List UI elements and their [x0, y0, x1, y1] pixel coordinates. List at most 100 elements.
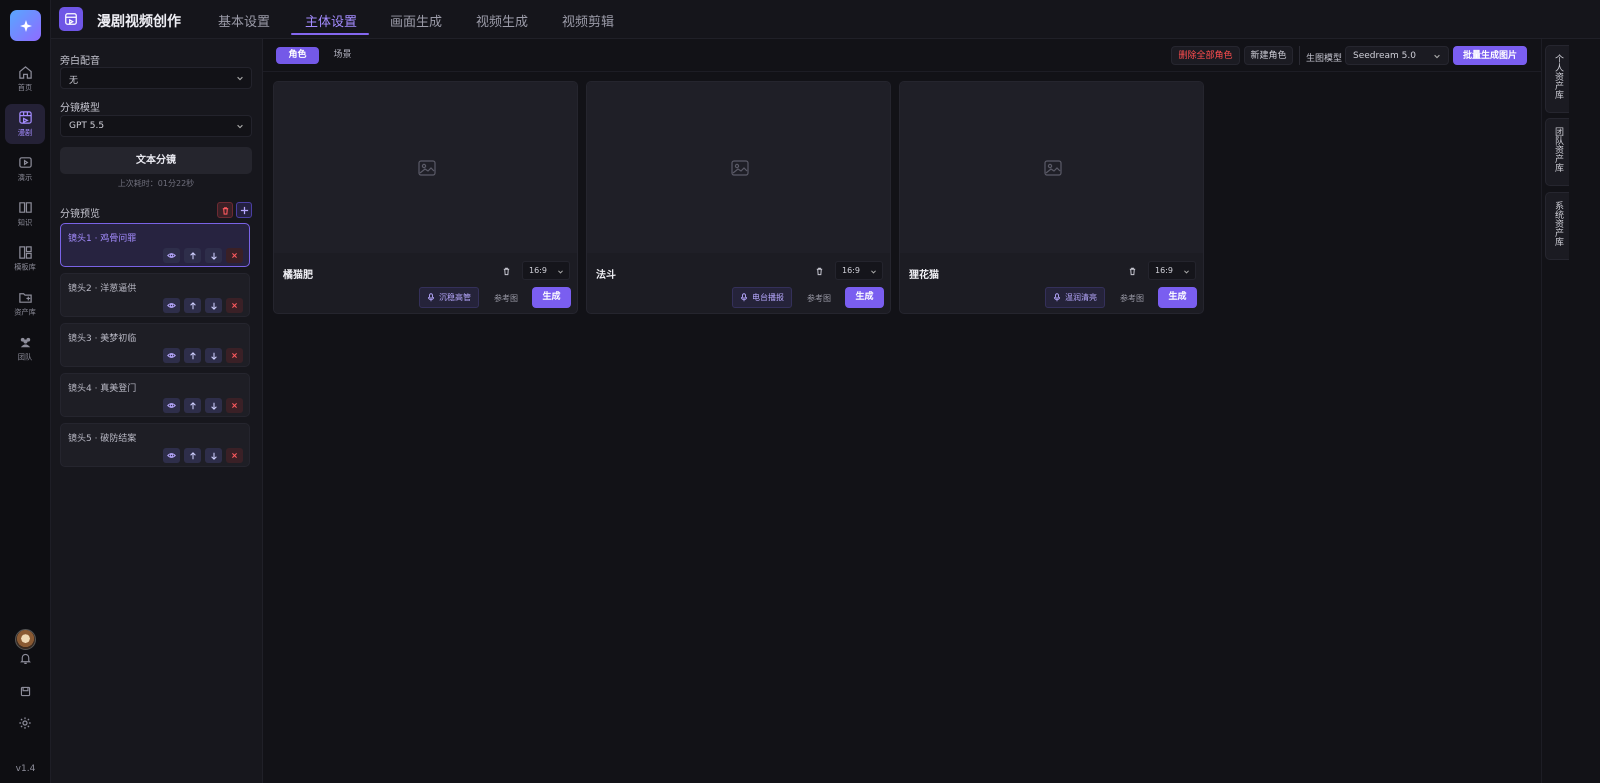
trash-icon[interactable] [1128, 266, 1137, 276]
ratio-value: 16:9 [1155, 266, 1173, 275]
arrow-down-icon [210, 452, 218, 460]
trash-icon[interactable] [815, 266, 824, 276]
role-image-placeholder[interactable] [900, 82, 1203, 253]
gear-icon[interactable] [15, 713, 35, 733]
add-shot-button[interactable] [236, 202, 252, 218]
generate-button[interactable]: 生成 [532, 287, 571, 308]
tab-subject[interactable]: 主体设置 [305, 11, 357, 30]
move-up-button[interactable] [184, 348, 201, 363]
ratio-select[interactable]: 16:9 [835, 261, 883, 280]
model-select[interactable]: GPT 5.5 [60, 115, 252, 137]
subtab-scene[interactable]: 场景 [321, 47, 364, 64]
ratio-select[interactable]: 16:9 [522, 261, 570, 280]
delete-shot-button[interactable] [226, 298, 243, 313]
save-icon[interactable] [15, 681, 35, 701]
divider [1299, 46, 1300, 65]
move-down-button[interactable] [205, 298, 222, 313]
eye-icon [167, 451, 176, 460]
tab-image-gen[interactable]: 画面生成 [390, 11, 442, 30]
arrow-down-icon [210, 352, 218, 360]
delete-shot-button[interactable] [226, 248, 243, 263]
arrow-up-icon [189, 401, 197, 410]
delete-shot-button[interactable] [226, 448, 243, 463]
move-down-button[interactable] [205, 248, 222, 263]
shot-item[interactable]: 镜头1 · 鸡骨问罪 [60, 223, 250, 267]
user-avatar[interactable] [15, 629, 36, 650]
shot-item[interactable]: 镜头4 · 真美登门 [60, 373, 250, 417]
generate-button[interactable]: 生成 [845, 287, 884, 308]
app-logo-icon[interactable] [10, 10, 41, 41]
shot-item[interactable]: 镜头5 · 破防结案 [60, 423, 250, 467]
view-shot-button[interactable] [163, 248, 180, 263]
bell-icon[interactable] [15, 648, 35, 668]
move-up-button[interactable] [184, 248, 201, 263]
close-icon [231, 302, 238, 309]
rail-item-knowledge[interactable]: 知识 [5, 194, 45, 234]
role-card: 法斗 16:9 电台播报 参考图 生成 [586, 81, 891, 314]
eye-icon [167, 251, 176, 260]
rail-item-assets[interactable]: 资产库 [5, 284, 45, 324]
rail-item-storyboard[interactable]: 漫剧 [5, 104, 45, 144]
model-value: GPT 5.5 [69, 121, 105, 131]
book-icon [18, 202, 32, 213]
rail-item-demo[interactable]: 演示 [5, 149, 45, 189]
role-name: 狸花猫 [909, 270, 939, 281]
voice-label: 电台播报 [752, 293, 784, 302]
new-role-button[interactable]: 新建角色 [1244, 46, 1293, 65]
tab-video-gen[interactable]: 视频生成 [476, 11, 528, 30]
shot-item[interactable]: 镜头2 · 洋葱逼供 [60, 273, 250, 317]
view-shot-button[interactable] [163, 448, 180, 463]
reference-image-link[interactable]: 参考图 [1120, 293, 1144, 304]
rail-item-home[interactable]: 首页 [5, 59, 45, 99]
voice-button[interactable]: 电台播报 [732, 287, 792, 308]
voice-button[interactable]: 沉稳高管 [419, 287, 479, 308]
close-icon [231, 402, 238, 409]
view-shot-button[interactable] [163, 298, 180, 313]
reference-image-link[interactable]: 参考图 [807, 293, 831, 304]
delete-all-roles-button[interactable]: 删除全部角色 [1171, 46, 1240, 65]
tab-video-edit[interactable]: 视频剪辑 [562, 11, 614, 30]
delete-shot-button[interactable] [226, 398, 243, 413]
rail-item-templates[interactable]: 模板库 [5, 239, 45, 279]
batch-generate-button[interactable]: 批量生成图片 [1453, 46, 1527, 65]
role-image-placeholder[interactable] [587, 82, 890, 253]
text-split-button[interactable]: 文本分镜 [60, 147, 252, 174]
ratio-select[interactable]: 16:9 [1148, 261, 1196, 280]
delete-shots-button[interactable] [217, 202, 233, 218]
trash-icon[interactable] [502, 266, 511, 276]
view-shot-button[interactable] [163, 348, 180, 363]
ratio-value: 16:9 [842, 266, 860, 275]
shot-label: 镜头3 · 美梦初临 [68, 334, 137, 344]
plus-icon [240, 206, 248, 214]
subtab-role[interactable]: 角色 [276, 47, 319, 64]
image-model-select[interactable]: Seedream 5.0 [1345, 46, 1449, 65]
shot-item[interactable]: 镜头3 · 美梦初临 [60, 323, 250, 367]
move-up-button[interactable] [184, 298, 201, 313]
move-down-button[interactable] [205, 348, 222, 363]
personal-assets-tab[interactable]: 个人资产库 [1545, 45, 1569, 113]
tab-basic[interactable]: 基本设置 [218, 11, 270, 30]
chevron-down-icon [237, 124, 243, 129]
move-up-button[interactable] [184, 448, 201, 463]
role-image-placeholder[interactable] [274, 82, 577, 253]
version-label: v1.4 [15, 764, 36, 774]
narration-label: 旁白配音 [60, 56, 100, 67]
image-icon [417, 159, 436, 176]
team-assets-tab[interactable]: 团队资产库 [1545, 118, 1569, 186]
chevron-down-icon [558, 270, 563, 274]
delete-shot-button[interactable] [226, 348, 243, 363]
asset-rail: 个人资产库 团队资产库 系统资产库 [1541, 39, 1600, 783]
rail-item-team[interactable]: 团队 [5, 329, 45, 369]
arrow-up-icon [189, 351, 197, 360]
voice-button[interactable]: 温润清亮 [1045, 287, 1105, 308]
system-assets-tab[interactable]: 系统资产库 [1545, 192, 1569, 260]
narration-select[interactable]: 无 [60, 67, 252, 89]
move-up-button[interactable] [184, 398, 201, 413]
reference-image-link[interactable]: 参考图 [494, 293, 518, 304]
move-down-button[interactable] [205, 448, 222, 463]
generate-button[interactable]: 生成 [1158, 287, 1197, 308]
move-down-button[interactable] [205, 398, 222, 413]
view-shot-button[interactable] [163, 398, 180, 413]
chevron-down-icon [1434, 54, 1440, 59]
storyboard-icon [18, 111, 32, 124]
